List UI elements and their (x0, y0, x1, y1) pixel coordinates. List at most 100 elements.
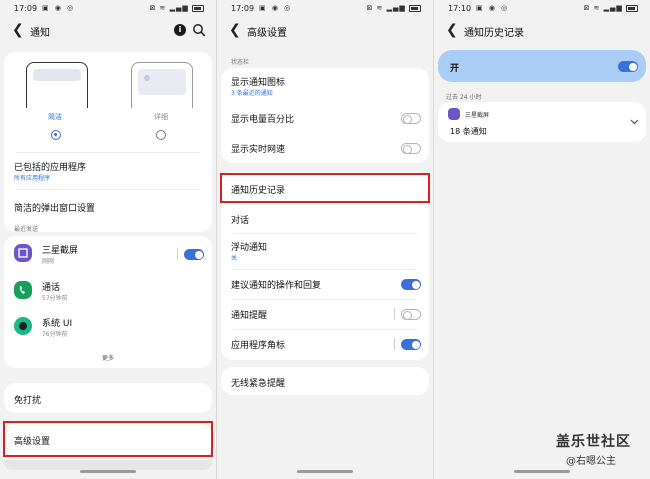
suggest-actions-row[interactable]: 建议通知的操作和回复 (221, 269, 429, 299)
search-icon[interactable] (192, 23, 206, 37)
battery-percent-row[interactable]: 显示电量百分比 (221, 100, 429, 132)
watermark-author: @右嗯公主 (566, 456, 616, 467)
screenshot-app-icon (448, 108, 460, 120)
more-button[interactable]: 更多 (102, 353, 114, 362)
chevron-down-icon[interactable] (630, 119, 639, 125)
notification-icons: ▣ ◉ ◎ (42, 4, 76, 12)
status-time: 17:10 (448, 4, 472, 13)
signal-icons: ⊠ ≋ ▂▄▆ (583, 4, 638, 12)
suggest-label: 建议通知的操作和回复 (231, 281, 322, 291)
battery-label: 显示电量百分比 (231, 115, 295, 125)
app-time: 刚刚 (42, 258, 55, 265)
history-app-card[interactable]: 三星截屏 18 条通知 (438, 102, 646, 142)
info-icon[interactable]: i (174, 24, 186, 36)
status-time: 17:09 (14, 4, 38, 13)
signal-icons: ⊠ ≋ ▂▄▆ (366, 4, 421, 12)
screenshot-notification-toggle[interactable] (184, 249, 204, 260)
notification-reminder-row[interactable]: 通知提醒 (221, 299, 429, 329)
app-row-phone[interactable]: 通话 57分钟前 (4, 272, 212, 308)
period-header: 过去 24 小时 (446, 94, 482, 101)
watermark-title: 盖乐世社区 (556, 434, 631, 450)
network-speed-row[interactable]: 显示实时网速 (221, 132, 429, 162)
emergency-alerts-card[interactable]: 无线紧急提醒 (221, 367, 429, 395)
show-icons-value: 3 条最近的通知 (231, 90, 273, 97)
notification-history-screen: 17:10 ▣ ◉ ◎ ⊠ ≋ ▂▄▆ ❮ 通知历史记录 开 过去 24 小时 … (434, 0, 650, 479)
advanced-settings-label: 高级设置 (14, 437, 51, 447)
app-time: 76分钟前 (42, 331, 68, 338)
status-bar: 17:09 ▣ ◉ ◎ ⊠ ≋ ▂▄▆ (217, 0, 433, 18)
badge-toggle[interactable] (401, 339, 421, 350)
popup-settings-row[interactable]: 简洁的弹出窗口设置 (4, 189, 212, 227)
screenshot-app-icon (14, 244, 32, 262)
app-name: 系统 UI (42, 319, 73, 329)
signal-icons: ⊠ ≋ ▂▄▆ (149, 4, 204, 12)
system-ui-app-icon (14, 317, 32, 335)
app-bar: ❮ 通知 i (0, 18, 216, 44)
notifications-screen: 17:09 ▣ ◉ ◎ ⊠ ≋ ▂▄▆ ❮ 通知 i 简洁 详细 已包括的应用程… (0, 0, 216, 479)
detailed-style-radio[interactable] (156, 130, 166, 140)
nav-handle[interactable] (297, 470, 353, 473)
back-icon[interactable]: ❮ (229, 21, 241, 39)
brief-style-preview[interactable] (26, 62, 88, 108)
app-bar: ❮ 通知历史记录 (434, 18, 650, 44)
floating-value: 关 (231, 255, 238, 262)
notification-icons: ▣ ◉ ◎ (476, 4, 510, 12)
recent-section-header: 最近发送 (14, 226, 39, 233)
status-bar: 17:10 ▣ ◉ ◎ ⊠ ≋ ▂▄▆ (434, 0, 650, 18)
back-icon[interactable]: ❮ (446, 21, 458, 39)
master-switch-bar[interactable]: 开 (438, 50, 646, 82)
dnd-label: 免打扰 (14, 396, 42, 406)
master-switch-label: 开 (450, 64, 460, 74)
notification-icons: ▣ ◉ ◎ (259, 4, 293, 12)
history-label: 通知历史记录 (231, 186, 286, 196)
included-apps-row[interactable]: 已包括的应用程序 所有应用程序 (4, 152, 212, 188)
app-name: 通话 (42, 283, 61, 293)
included-apps-value: 所有应用程序 (14, 175, 51, 182)
detailed-style-label: 详细 (154, 113, 168, 121)
app-name: 三星截屏 (42, 246, 79, 256)
reminder-label: 通知提醒 (231, 311, 268, 321)
suggest-toggle[interactable] (401, 279, 421, 290)
reminder-toggle[interactable] (401, 309, 421, 320)
app-row-screenshot[interactable]: 三星截屏 刚刚 (4, 236, 212, 272)
app-row-system-ui[interactable]: 系统 UI 76分钟前 (4, 308, 212, 344)
conversations-row[interactable]: 对话 (221, 204, 429, 232)
battery-toggle[interactable] (401, 113, 421, 124)
advanced-settings-screen: 17:09 ▣ ◉ ◎ ⊠ ≋ ▂▄▆ ❮ 高级设置 状态栏 显示通知图标 3 … (217, 0, 433, 479)
master-toggle[interactable] (618, 61, 638, 72)
floating-notifications-row[interactable]: 浮动通知 关 (221, 233, 429, 269)
nav-handle[interactable] (514, 470, 570, 473)
notification-options-card: 通知历史记录 对话 浮动通知 关 建议通知的操作和回复 通知提醒 应用程序角标 (221, 172, 429, 360)
status-time: 17:09 (231, 4, 255, 13)
status-bar-card: 显示通知图标 3 条最近的通知 显示电量百分比 显示实时网速 (221, 68, 429, 163)
page-title: 通知 (30, 28, 50, 39)
floating-label: 浮动通知 (231, 243, 268, 253)
speed-toggle[interactable] (401, 143, 421, 154)
popup-settings-label: 简洁的弹出窗口设置 (14, 204, 96, 214)
advanced-settings-card[interactable]: 高级设置 (4, 423, 212, 457)
page-title: 通知历史记录 (464, 28, 524, 39)
battery-icon (626, 4, 638, 12)
show-notification-icons-row[interactable]: 显示通知图标 3 条最近的通知 (221, 68, 429, 100)
page-title: 高级设置 (247, 28, 287, 39)
history-app-name: 三星截屏 (465, 112, 490, 119)
status-bar: 17:09 ▣ ◉ ◎ ⊠ ≋ ▂▄▆ (0, 0, 216, 18)
app-badges-row[interactable]: 应用程序角标 (221, 329, 429, 359)
brief-style-radio[interactable] (51, 130, 61, 140)
status-bar-section-header: 状态栏 (231, 59, 250, 66)
nav-handle[interactable] (80, 470, 136, 473)
recent-apps-card: 三星截屏 刚刚 通话 57分钟前 系统 UI 76分钟前 更多 (4, 236, 212, 368)
detailed-style-preview[interactable] (131, 62, 193, 108)
emergency-alerts-label: 无线紧急提醒 (231, 379, 286, 389)
back-icon[interactable]: ❮ (12, 21, 24, 39)
speed-label: 显示实时网速 (231, 145, 286, 155)
battery-icon (409, 4, 421, 12)
dnd-card[interactable]: 免打扰 (4, 383, 212, 413)
notification-history-row[interactable]: 通知历史记录 (221, 172, 429, 204)
battery-icon (192, 4, 204, 12)
badge-label: 应用程序角标 (231, 341, 286, 351)
conversations-label: 对话 (231, 216, 250, 226)
included-apps-label: 已包括的应用程序 (14, 163, 87, 173)
app-bar: ❮ 高级设置 (217, 18, 433, 44)
history-app-count: 18 条通知 (450, 127, 487, 136)
